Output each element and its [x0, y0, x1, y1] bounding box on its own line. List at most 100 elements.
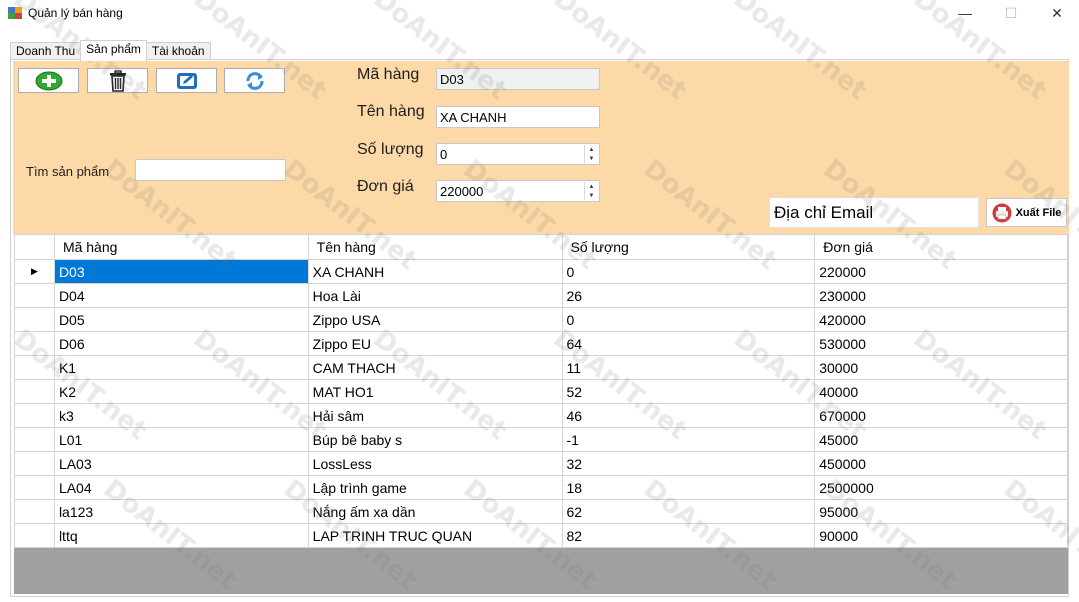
cell-so-luong[interactable]: 0 [561, 259, 816, 284]
table-row[interactable]: lttq LAP TRINH TRUC QUAN 82 90000 [14, 523, 1068, 548]
cell-ten-hang[interactable]: Lập trình game [307, 475, 563, 500]
cell-ma-hang[interactable]: LA03 [53, 451, 309, 476]
cell-so-luong[interactable]: 82 [561, 523, 816, 548]
cell-don-gia[interactable]: 45000 [814, 427, 1068, 452]
cell-ma-hang[interactable]: L01 [53, 427, 309, 452]
cell-ma-hang[interactable]: K1 [53, 355, 309, 380]
row-header[interactable] [14, 523, 55, 548]
ten-hang-field[interactable]: XA CHANH [436, 106, 600, 128]
search-input[interactable] [135, 159, 286, 181]
don-gia-stepper[interactable]: 220000 ▲ ▼ [436, 180, 600, 202]
table-row[interactable]: LA04 Lập trình game 18 2500000 [14, 475, 1068, 500]
cell-so-luong[interactable]: 11 [561, 355, 816, 380]
cell-don-gia[interactable]: 530000 [814, 331, 1068, 356]
cell-ma-hang[interactable]: D05 [53, 307, 309, 332]
cell-don-gia[interactable]: 2500000 [814, 475, 1068, 500]
row-header[interactable] [14, 499, 55, 524]
table-row[interactable]: D05 Zippo USA 0 420000 [14, 307, 1068, 332]
cell-ten-hang[interactable]: XA CHANH [307, 259, 563, 284]
don-gia-spin[interactable]: ▲ ▼ [584, 182, 598, 200]
column-header-ten-hang[interactable]: Tên hàng [307, 234, 563, 260]
add-icon [35, 71, 62, 90]
tab-san-pham[interactable]: Sản phẩm [80, 40, 147, 61]
refresh-button[interactable] [224, 68, 285, 93]
row-header[interactable] [14, 451, 55, 476]
table-row[interactable]: K2 MAT HO1 52 40000 [14, 379, 1068, 404]
table-row[interactable]: D04 Hoa Lài 26 230000 [14, 283, 1068, 308]
cell-so-luong[interactable]: 0 [561, 307, 816, 332]
spin-up-icon[interactable]: ▲ [585, 145, 598, 154]
cell-ten-hang[interactable]: LAP TRINH TRUC QUAN [307, 523, 563, 548]
cell-so-luong[interactable]: 64 [561, 331, 816, 356]
ma-hang-field[interactable]: D03 [436, 68, 600, 90]
cell-ten-hang[interactable]: Zippo EU [307, 331, 563, 356]
email-field[interactable]: Địa chỉ Email [769, 197, 979, 228]
cell-so-luong[interactable]: -1 [561, 427, 816, 452]
row-header[interactable] [14, 475, 55, 500]
so-luong-stepper[interactable]: 0 ▲ ▼ [436, 143, 600, 165]
cell-ten-hang[interactable]: Hải sâm [307, 403, 563, 428]
cell-ten-hang[interactable]: Búp bê baby s [307, 427, 563, 452]
cell-don-gia[interactable]: 670000 [814, 403, 1068, 428]
current-row-indicator-icon[interactable]: ▶ [14, 259, 55, 284]
add-button[interactable] [18, 68, 79, 93]
close-button[interactable]: ✕ [1034, 0, 1079, 26]
cell-don-gia[interactable]: 40000 [814, 379, 1068, 404]
cell-ma-hang[interactable]: lttq [53, 523, 309, 548]
delete-button[interactable] [87, 68, 148, 93]
row-header[interactable] [14, 283, 55, 308]
table-row[interactable]: D06 Zippo EU 64 530000 [14, 331, 1068, 356]
row-header[interactable] [14, 331, 55, 356]
cell-so-luong[interactable]: 52 [561, 379, 816, 404]
cell-don-gia[interactable]: 220000 [814, 259, 1068, 284]
table-row[interactable]: LA03 LossLess 32 450000 [14, 451, 1068, 476]
tab-doanh-thu[interactable]: Doanh Thu [10, 42, 82, 60]
cell-ma-hang[interactable]: D06 [53, 331, 309, 356]
edit-button[interactable] [156, 68, 217, 93]
cell-so-luong[interactable]: 18 [561, 475, 816, 500]
cell-ma-hang[interactable]: la123 [53, 499, 309, 524]
cell-ma-hang[interactable]: D04 [53, 283, 309, 308]
column-header-so-luong[interactable]: Số lượng [561, 234, 816, 260]
table-row[interactable]: k3 Hải sâm 46 670000 [14, 403, 1068, 428]
table-row[interactable]: ▶ D03 XA CHANH 0 220000 [14, 259, 1068, 284]
table-row[interactable]: K1 CAM THACH 11 30000 [14, 355, 1068, 380]
cell-ma-hang[interactable]: k3 [53, 403, 309, 428]
cell-so-luong[interactable]: 62 [561, 499, 816, 524]
export-file-button[interactable]: Xuất File [986, 198, 1067, 227]
spin-down-icon[interactable]: ▼ [585, 191, 598, 200]
spin-down-icon[interactable]: ▼ [585, 154, 598, 163]
column-header-don-gia[interactable]: Đơn giá [814, 234, 1068, 260]
table-row[interactable]: L01 Búp bê baby s -1 45000 [14, 427, 1068, 452]
cell-don-gia[interactable]: 30000 [814, 355, 1068, 380]
cell-ten-hang[interactable]: Nắng ấm xa dần [307, 499, 563, 524]
row-header[interactable] [14, 427, 55, 452]
spin-up-icon[interactable]: ▲ [585, 182, 598, 191]
cell-don-gia[interactable]: 90000 [814, 523, 1068, 548]
column-header-ma-hang[interactable]: Mã hàng [53, 234, 309, 260]
cell-don-gia[interactable]: 450000 [814, 451, 1068, 476]
cell-ten-hang[interactable]: LossLess [307, 451, 563, 476]
cell-ten-hang[interactable]: Zippo USA [307, 307, 563, 332]
cell-ten-hang[interactable]: Hoa Lài [307, 283, 563, 308]
maximize-button[interactable]: ☐ [988, 0, 1034, 26]
cell-don-gia[interactable]: 95000 [814, 499, 1068, 524]
cell-ma-hang[interactable]: D03 [53, 259, 309, 284]
cell-ma-hang[interactable]: K2 [53, 379, 309, 404]
so-luong-spin[interactable]: ▲ ▼ [584, 145, 598, 163]
cell-so-luong[interactable]: 46 [561, 403, 816, 428]
cell-ten-hang[interactable]: MAT HO1 [307, 379, 563, 404]
cell-ma-hang[interactable]: LA04 [53, 475, 309, 500]
minimize-button[interactable]: — [942, 0, 988, 26]
tab-tai-khoan[interactable]: Tài khoản [145, 42, 211, 60]
cell-so-luong[interactable]: 32 [561, 451, 816, 476]
cell-don-gia[interactable]: 420000 [814, 307, 1068, 332]
cell-ten-hang[interactable]: CAM THACH [307, 355, 563, 380]
cell-don-gia[interactable]: 230000 [814, 283, 1068, 308]
row-header[interactable] [14, 379, 55, 404]
row-header[interactable] [14, 355, 55, 380]
table-row[interactable]: la123 Nắng ấm xa dần 62 95000 [14, 499, 1068, 524]
cell-so-luong[interactable]: 26 [561, 283, 816, 308]
row-header[interactable] [14, 403, 55, 428]
row-header[interactable] [14, 307, 55, 332]
